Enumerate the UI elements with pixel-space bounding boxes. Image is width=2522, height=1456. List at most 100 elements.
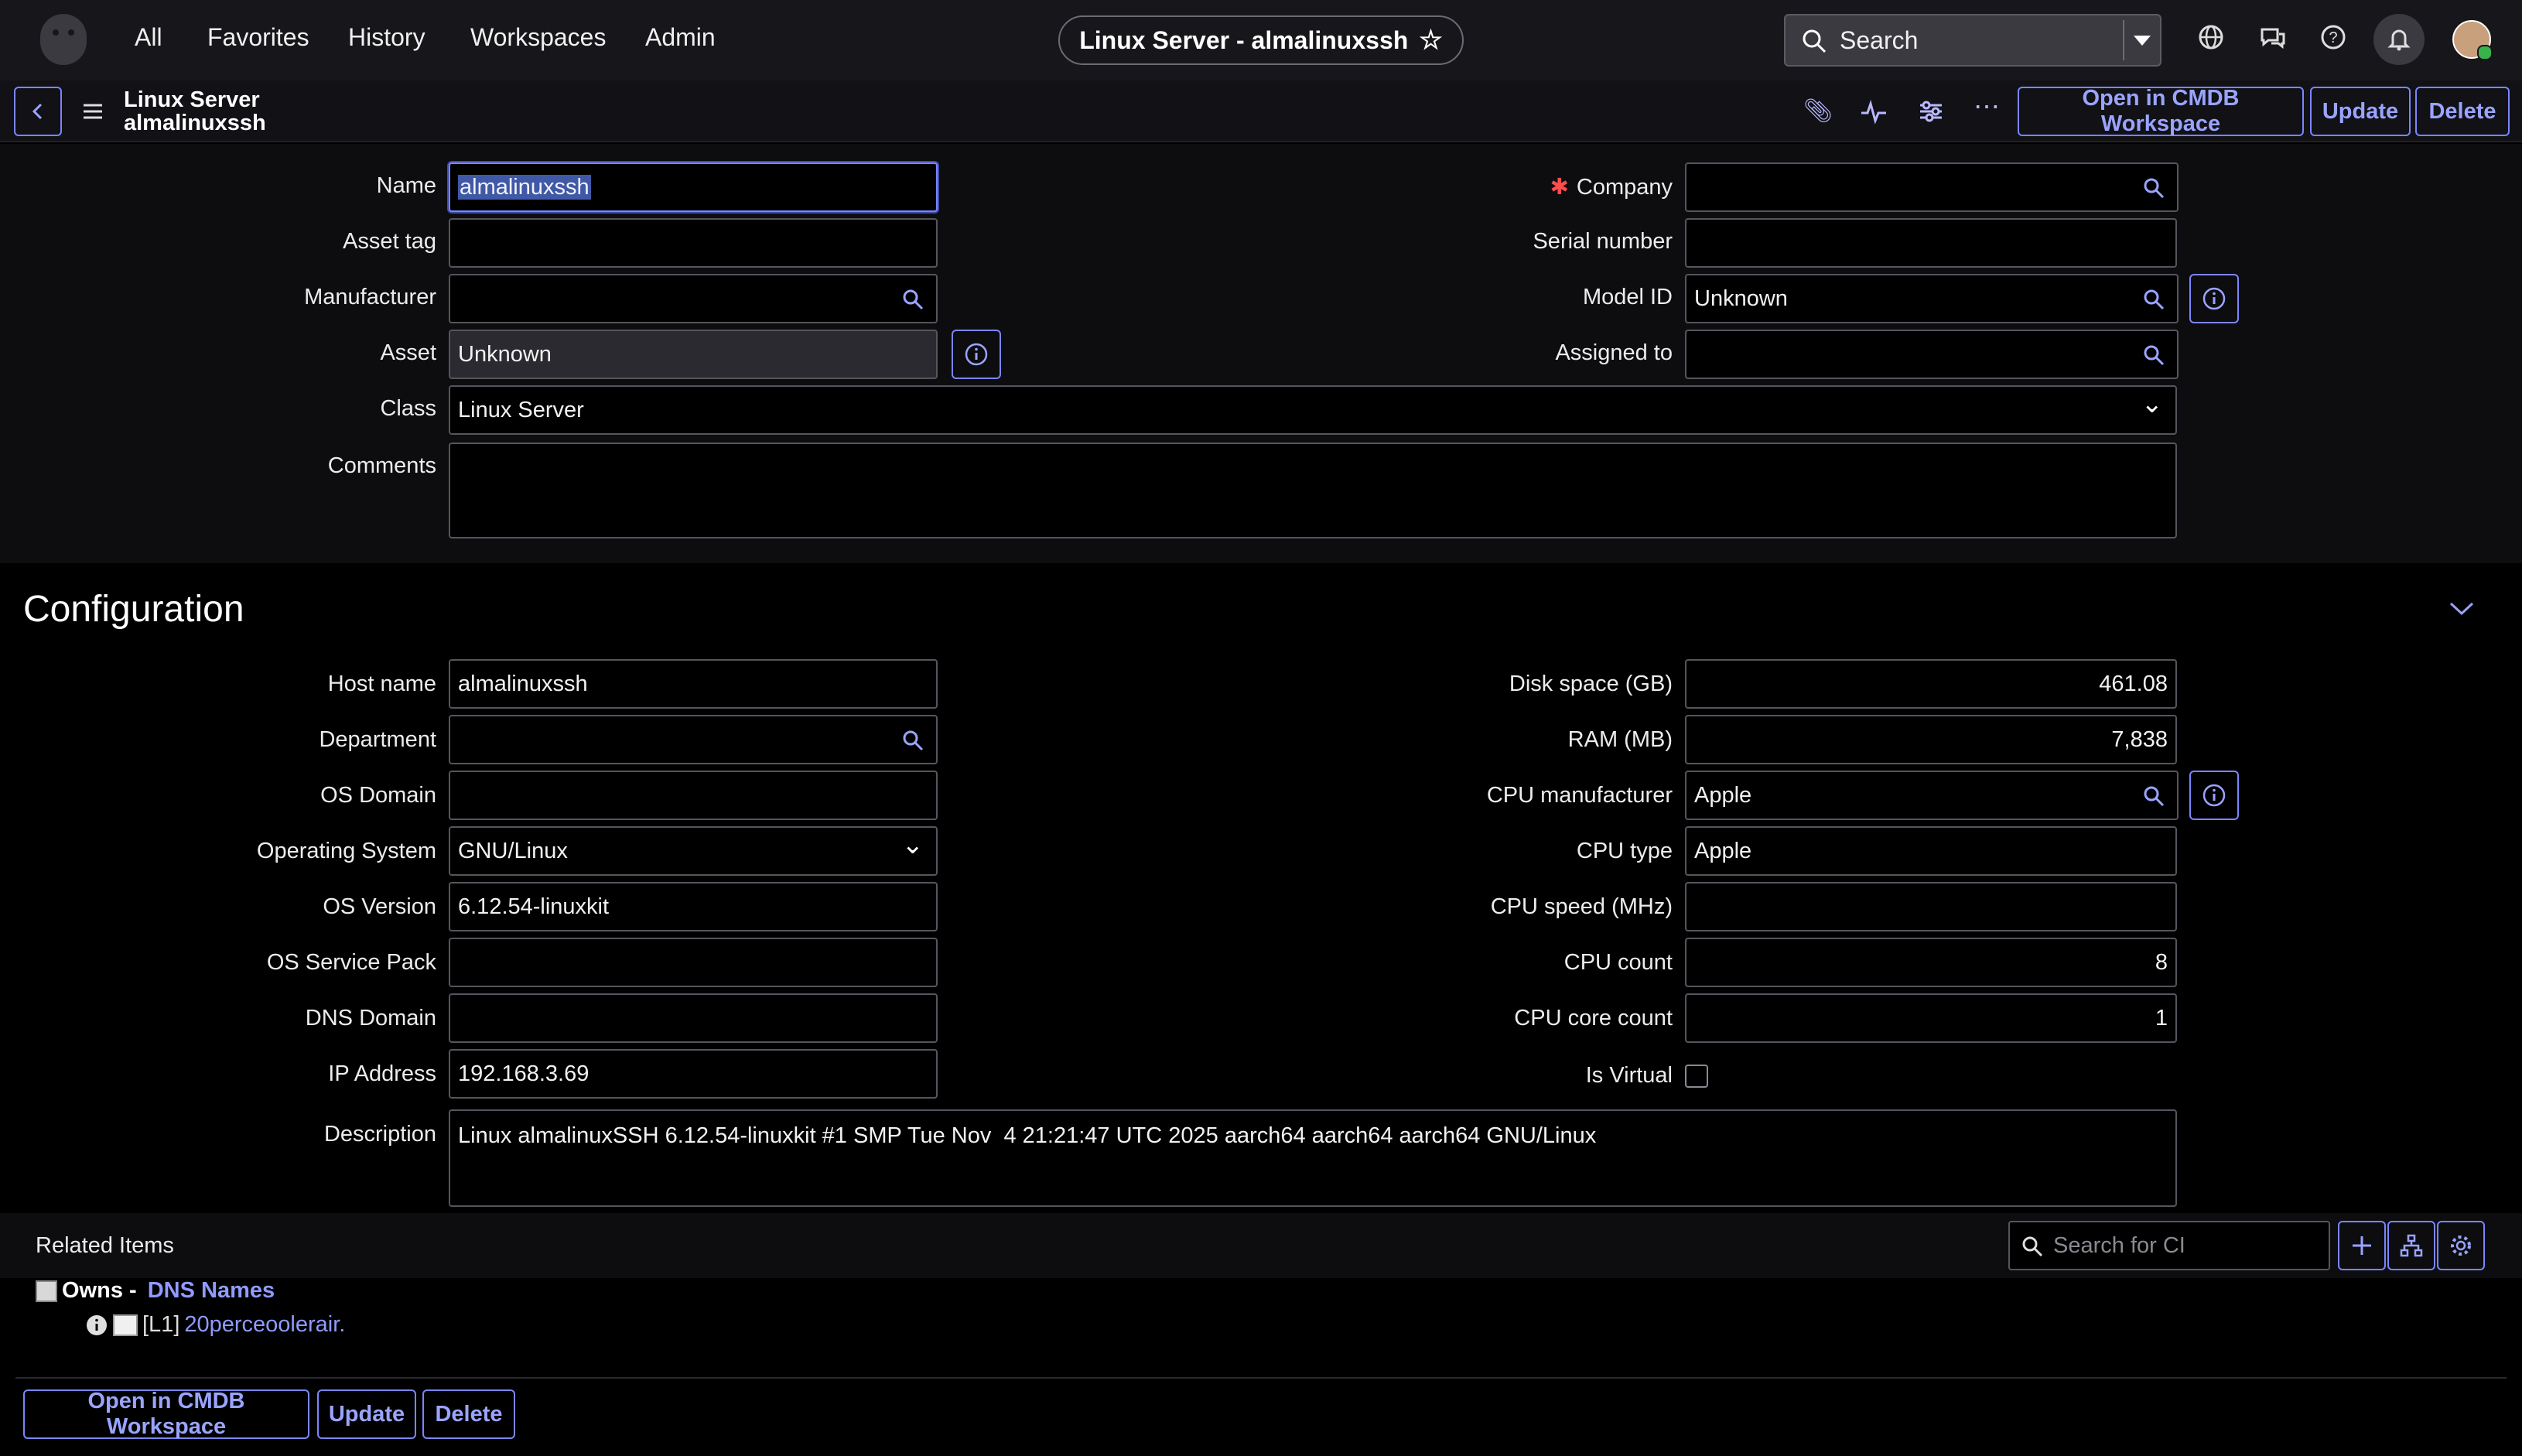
- name-label: Name: [376, 173, 436, 198]
- is-virtual-checkbox[interactable]: [1685, 1065, 1708, 1088]
- chevron-left-icon: [32, 103, 43, 120]
- cpu-core-count-field[interactable]: 1: [1685, 993, 2177, 1043]
- is-virtual-label: Is Virtual: [1585, 1063, 1673, 1088]
- info-icon: [2202, 784, 2226, 807]
- paperclip-icon[interactable]: 📎︎: [1803, 96, 1833, 127]
- company-lookup-button[interactable]: [2131, 162, 2179, 212]
- company-field[interactable]: [1685, 162, 2132, 212]
- os-version-field[interactable]: 6.12.54-linuxkit: [449, 882, 938, 931]
- cpu-manufacturer-lookup-button[interactable]: [2131, 771, 2179, 820]
- cpu-type-field[interactable]: Apple: [1685, 826, 2177, 876]
- help-icon[interactable]: ?: [2318, 22, 2349, 53]
- ip-address-field[interactable]: 192.168.3.69: [449, 1049, 938, 1099]
- search-separator: [2123, 20, 2124, 60]
- child-level: [L1]: [142, 1312, 180, 1337]
- notifications-bell[interactable]: [2373, 14, 2425, 65]
- cpu-count-field[interactable]: 8: [1685, 938, 2177, 987]
- host-name-label: Host name: [327, 672, 436, 696]
- comments-label: Comments: [327, 453, 436, 478]
- nav-workspaces[interactable]: Workspaces: [470, 23, 606, 52]
- department-lookup-button[interactable]: [890, 715, 938, 764]
- class-label: Class: [380, 396, 436, 421]
- company-label: ✱ Company: [1550, 173, 1673, 200]
- manufacturer-lookup-button[interactable]: [890, 274, 938, 323]
- nav-admin[interactable]: Admin: [645, 23, 716, 52]
- cpu-speed-field[interactable]: [1685, 882, 2177, 931]
- related-search[interactable]: Search for CI: [2008, 1221, 2330, 1270]
- relation-link-dns-names[interactable]: DNS Names: [148, 1278, 275, 1304]
- star-icon[interactable]: ☆: [1419, 25, 1442, 56]
- nav-all[interactable]: All: [135, 23, 162, 52]
- nav-favorites[interactable]: Favorites: [207, 23, 309, 52]
- manufacturer-field[interactable]: [449, 274, 891, 323]
- cpu-manufacturer-field[interactable]: Apple: [1685, 771, 2132, 820]
- disk-space-field[interactable]: 461.08: [1685, 659, 2177, 709]
- plus-icon: [2353, 1236, 2371, 1255]
- os-service-pack-field[interactable]: [449, 938, 938, 987]
- globe-icon[interactable]: [2196, 22, 2226, 53]
- relation-type: Owns -: [62, 1278, 143, 1303]
- relation-row: Owns - DNS Names: [36, 1278, 275, 1304]
- activity-icon[interactable]: [1858, 96, 1889, 127]
- ip-address-label: IP Address: [328, 1061, 436, 1086]
- asset-tag-field[interactable]: [449, 218, 938, 268]
- search-scope-dropdown-icon[interactable]: [2134, 36, 2151, 46]
- ram-label: RAM (MB): [1567, 727, 1673, 752]
- back-button[interactable]: [14, 87, 62, 136]
- asset-label: Asset: [380, 340, 436, 365]
- model-id-field[interactable]: Unknown: [1685, 274, 2132, 323]
- cpu-manufacturer-label: CPU manufacturer: [1486, 783, 1673, 808]
- serial-number-field[interactable]: [1685, 218, 2177, 268]
- nav-history[interactable]: History: [348, 23, 425, 52]
- global-search[interactable]: Search: [1784, 14, 2161, 67]
- required-icon: ✱: [1550, 175, 1569, 200]
- disk-space-label: Disk space (GB): [1509, 672, 1673, 696]
- comments-textarea[interactable]: [449, 443, 2177, 538]
- record-title-pill[interactable]: Linux Server - almalinuxssh ☆: [1058, 15, 1464, 65]
- search-icon: [1803, 29, 1827, 53]
- name-field[interactable]: almalinuxssh: [449, 162, 938, 212]
- host-name-field[interactable]: almalinuxssh: [449, 659, 938, 709]
- class-select[interactable]: Linux Server: [449, 385, 2177, 435]
- model-id-info-button[interactable]: [2189, 274, 2239, 323]
- relationship-map-button[interactable]: [2387, 1221, 2435, 1270]
- open-in-cmdb-workspace-button[interactable]: Open in CMDB Workspace: [2018, 86, 2304, 136]
- footer-open-in-cmdb-workspace-button[interactable]: Open in CMDB Workspace: [23, 1389, 309, 1439]
- operating-system-select[interactable]: GNU/Linux: [449, 826, 938, 876]
- delete-button[interactable]: Delete: [2415, 87, 2510, 136]
- asset-field: Unknown: [449, 330, 938, 379]
- assigned-to-lookup-button[interactable]: [2131, 330, 2179, 379]
- logo-icon[interactable]: [40, 14, 87, 65]
- section-title: Configuration: [23, 589, 244, 630]
- chat-icon[interactable]: [2257, 22, 2288, 53]
- assigned-to-field[interactable]: [1685, 330, 2132, 379]
- os-domain-label: OS Domain: [320, 783, 436, 808]
- search-icon: [903, 730, 924, 751]
- info-icon: [2202, 287, 2226, 310]
- record-title: Linux Server - almalinuxssh: [1079, 26, 1409, 54]
- footer-delete-button[interactable]: Delete: [422, 1389, 515, 1439]
- hamburger-menu-icon[interactable]: [82, 102, 104, 121]
- more-options-icon[interactable]: ⋯: [1971, 91, 2002, 122]
- dns-domain-field[interactable]: [449, 993, 938, 1043]
- cpu-manufacturer-info-button[interactable]: [2189, 771, 2239, 820]
- settings-sliders-icon[interactable]: [1915, 96, 1946, 127]
- svg-text:?: ?: [2329, 29, 2337, 46]
- add-relationship-button[interactable]: [2338, 1221, 2386, 1270]
- ci-type-icon: [113, 1314, 138, 1336]
- os-domain-field[interactable]: [449, 771, 938, 820]
- model-id-lookup-button[interactable]: [2131, 274, 2179, 323]
- department-field[interactable]: [449, 715, 891, 764]
- related-settings-button[interactable]: [2437, 1221, 2485, 1270]
- asset-info-button[interactable]: [952, 330, 1001, 379]
- avatar[interactable]: [2452, 20, 2493, 60]
- chevron-down-icon[interactable]: [2448, 599, 2476, 617]
- ram-field[interactable]: 7,838: [1685, 715, 2177, 764]
- info-icon[interactable]: [85, 1314, 108, 1337]
- update-button[interactable]: Update: [2310, 87, 2411, 136]
- operating-system-label: Operating System: [256, 839, 436, 863]
- footer-update-button[interactable]: Update: [317, 1389, 416, 1439]
- dns-domain-label: DNS Domain: [305, 1006, 436, 1030]
- child-link[interactable]: 20perceoolerair.: [184, 1312, 345, 1338]
- description-textarea[interactable]: Linux almalinuxSSH 6.12.54-linuxkit #1 S…: [449, 1109, 2177, 1207]
